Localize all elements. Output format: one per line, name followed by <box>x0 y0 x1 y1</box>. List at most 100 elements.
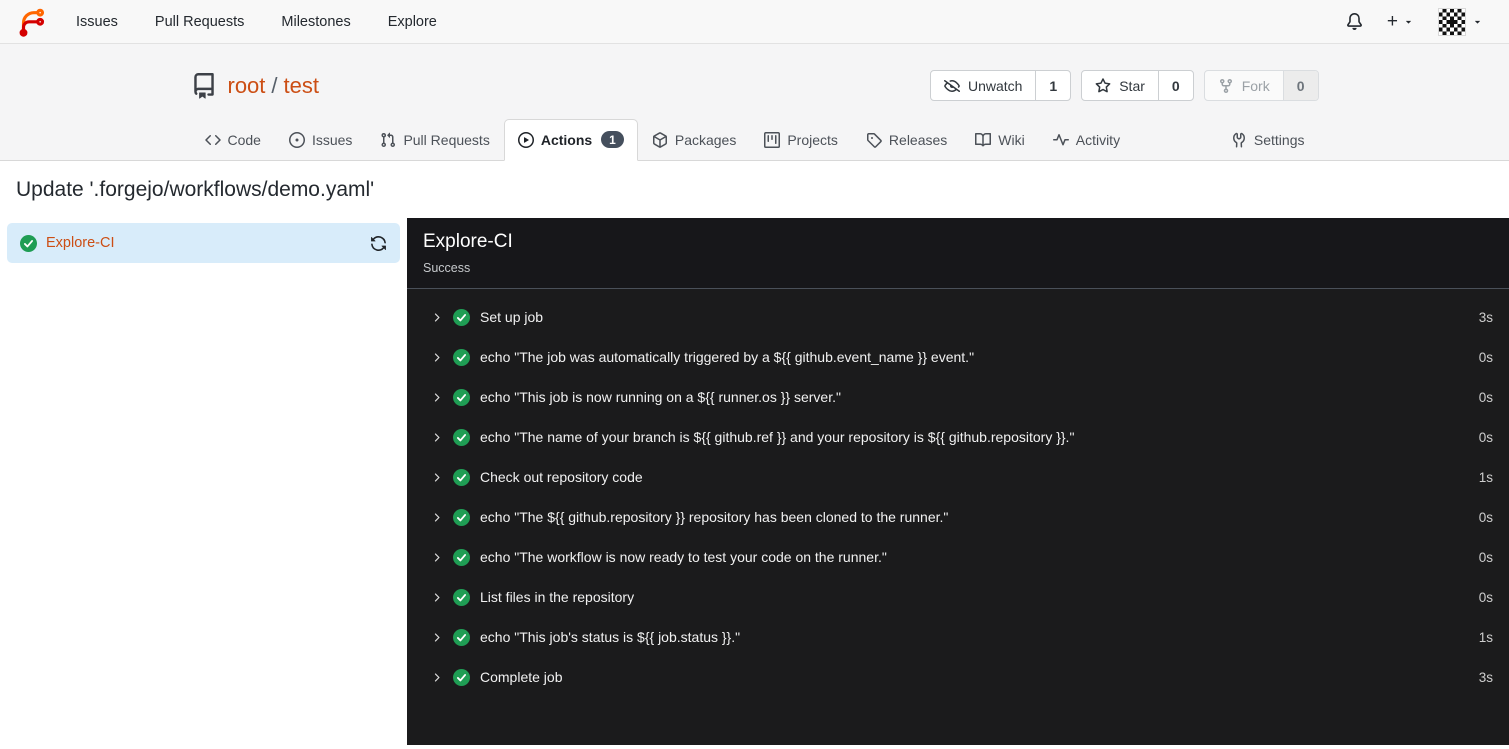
step-row[interactable]: Complete job 3s <box>407 657 1509 697</box>
success-check-icon <box>453 668 470 686</box>
chevron-down-icon <box>1474 20 1481 24</box>
tab-label: Activity <box>1075 132 1121 148</box>
navbar-item-pull-requests[interactable]: Pull Requests <box>155 14 244 30</box>
step-name: echo "This job is now running on a ${{ r… <box>480 389 841 405</box>
issue-opened-icon <box>288 132 305 148</box>
step-list: Set up job 3s echo "The job was automati… <box>407 289 1509 745</box>
job-status-text: Success <box>423 261 471 275</box>
step-name: echo "The workflow is now ready to test … <box>480 549 887 565</box>
create-new-dropdown[interactable]: + <box>1387 12 1414 31</box>
repo-name-link[interactable]: test <box>284 73 319 99</box>
page-title: Update '.forgejo/workflows/demo.yaml' <box>16 178 375 201</box>
step-row[interactable]: List files in the repository 0s <box>407 577 1509 617</box>
repo-book-icon <box>193 72 214 99</box>
tab-label: Issues <box>311 132 353 148</box>
tab-label: Projects <box>787 132 838 148</box>
rerun-sync-icon[interactable] <box>370 235 387 252</box>
step-row[interactable]: Check out repository code 1s <box>407 457 1509 497</box>
tab-label: Pull Requests <box>403 132 490 148</box>
tools-icon <box>1232 132 1245 148</box>
step-duration: 0s <box>1478 589 1493 605</box>
step-row[interactable]: echo "The job was automatically triggere… <box>407 337 1509 377</box>
tab-releases[interactable]: Releases <box>852 120 961 161</box>
repo-owner-link[interactable]: root <box>228 73 266 99</box>
step-name: Complete job <box>480 669 563 685</box>
book-icon <box>975 132 992 147</box>
success-check-icon <box>453 428 470 446</box>
navbar-item-explore[interactable]: Explore <box>388 14 437 30</box>
step-duration: 0s <box>1478 429 1493 445</box>
step-duration: 0s <box>1478 549 1493 565</box>
tab-actions[interactable]: Actions 1 <box>503 119 638 161</box>
step-row[interactable]: echo "This job is now running on a ${{ r… <box>407 377 1509 417</box>
tab-settings[interactable]: Settings <box>1217 120 1319 161</box>
chevron-right-icon[interactable] <box>430 471 443 484</box>
tab-pull-requests[interactable]: Pull Requests <box>366 120 503 161</box>
chevron-right-icon[interactable] <box>430 631 443 644</box>
success-check-icon <box>453 468 470 486</box>
tab-wiki[interactable]: Wiki <box>961 120 1038 161</box>
project-icon <box>764 132 781 148</box>
step-row[interactable]: echo "The workflow is now ready to test … <box>407 537 1509 577</box>
step-row[interactable]: echo "The name of your branch is ${{ git… <box>407 417 1509 457</box>
code-icon <box>204 134 221 146</box>
chevron-right-icon[interactable] <box>430 311 443 324</box>
fork-icon <box>1219 78 1232 93</box>
step-name: echo "The ${{ github.repository }} repos… <box>480 509 949 525</box>
step-name: echo "This job's status is ${{ job.statu… <box>480 629 741 645</box>
tab-projects[interactable]: Projects <box>750 120 852 161</box>
tab-label: Wiki <box>998 132 1025 148</box>
chevron-right-icon[interactable] <box>430 551 443 564</box>
play-circle-icon <box>517 131 534 148</box>
chevron-right-icon[interactable] <box>430 591 443 604</box>
step-duration: 1s <box>1478 629 1493 645</box>
success-check-icon <box>453 388 470 406</box>
tab-label: Packages <box>674 132 737 148</box>
star-button[interactable]: Star 0 <box>1081 70 1194 101</box>
plus-icon: + <box>1386 11 1398 32</box>
chevron-right-icon[interactable] <box>430 671 443 684</box>
user-identicon-avatar <box>1438 7 1466 36</box>
forgejo-logo-icon[interactable] <box>16 7 46 37</box>
repo-separator: / <box>271 72 278 98</box>
step-duration: 0s <box>1478 349 1493 365</box>
chevron-right-icon[interactable] <box>430 391 443 404</box>
fork-count: 0 <box>1282 71 1318 100</box>
navbar-item-issues[interactable]: Issues <box>76 14 118 30</box>
chevron-right-icon[interactable] <box>430 431 443 444</box>
chevron-down-icon <box>1405 20 1412 24</box>
notifications-bell-icon[interactable] <box>1346 13 1363 30</box>
step-row[interactable]: Set up job 3s <box>407 297 1509 337</box>
unwatch-button[interactable]: Unwatch 1 <box>929 70 1072 101</box>
tab-activity[interactable]: Activity <box>1039 120 1134 161</box>
tab-label: Code <box>227 132 261 148</box>
jobs-sidebar: Explore-CI <box>0 218 407 745</box>
fork-button: Fork 0 <box>1203 70 1319 101</box>
unwatch-label: Unwatch <box>967 77 1023 94</box>
repo-title: root / test <box>191 72 319 99</box>
navbar-item-milestones[interactable]: Milestones <box>281 14 350 30</box>
repo-action-buttons: Unwatch 1 Star 0 Fork 0 <box>929 70 1319 101</box>
watch-count[interactable]: 1 <box>1035 71 1070 100</box>
step-name: Set up job <box>480 309 544 325</box>
chevron-right-icon[interactable] <box>430 511 443 524</box>
git-pull-request-icon <box>381 132 396 148</box>
pulse-icon <box>1052 134 1069 146</box>
tab-packages[interactable]: Packages <box>638 120 750 161</box>
tab-code[interactable]: Code <box>191 120 275 161</box>
job-log-panel: Explore-CI Success Set up job 3s echo "T… <box>407 218 1509 745</box>
step-name: echo "The job was automatically triggere… <box>480 349 975 365</box>
step-row[interactable]: echo "This job's status is ${{ job.statu… <box>407 617 1509 657</box>
sidebar-job-explore-ci[interactable]: Explore-CI <box>7 223 400 263</box>
user-menu-dropdown[interactable] <box>1438 7 1483 36</box>
chevron-right-icon[interactable] <box>430 351 443 364</box>
run-view: Explore-CI Explore-CI Success Set up job… <box>0 218 1509 745</box>
tab-issues[interactable]: Issues <box>275 120 366 161</box>
star-icon <box>1095 77 1111 92</box>
star-count[interactable]: 0 <box>1157 71 1193 100</box>
fork-label: Fork <box>1241 77 1270 94</box>
step-row[interactable]: echo "The ${{ github.repository }} repos… <box>407 497 1509 537</box>
repo-header: root / test Unwatch 1 Star 0 Fork 0 Code… <box>0 44 1509 161</box>
step-duration: 0s <box>1478 389 1493 405</box>
step-name: Check out repository code <box>480 469 643 485</box>
